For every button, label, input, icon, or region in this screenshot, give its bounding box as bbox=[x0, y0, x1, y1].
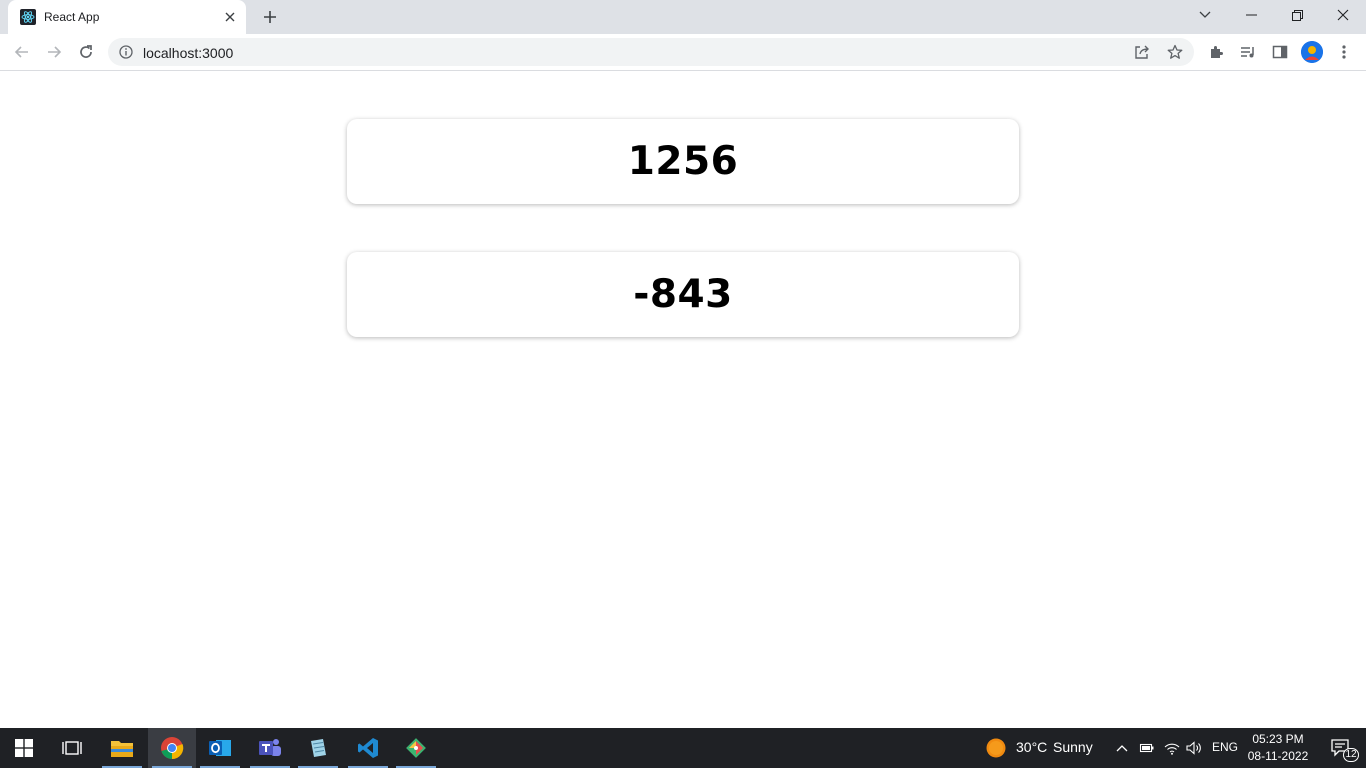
windows-start-icon[interactable] bbox=[0, 728, 48, 768]
url-text: localhost:3000 bbox=[143, 45, 234, 61]
tab-search-chevron-icon[interactable] bbox=[1182, 0, 1228, 30]
git-kraken-icon[interactable] bbox=[392, 728, 440, 768]
outlook-icon[interactable] bbox=[196, 728, 244, 768]
browser-toolbar: localhost:3000 bbox=[0, 34, 1366, 71]
tab-title: React App bbox=[44, 10, 100, 24]
chrome-icon[interactable] bbox=[148, 728, 196, 768]
reload-button[interactable] bbox=[72, 38, 100, 66]
card-number: -843 bbox=[633, 272, 733, 317]
clock-time: 05:23 PM bbox=[1252, 732, 1304, 746]
close-window-button[interactable] bbox=[1320, 0, 1366, 30]
volume-icon[interactable] bbox=[1182, 728, 1206, 768]
browser-tab-strip: React App bbox=[0, 0, 1366, 34]
browser-menu-icon[interactable] bbox=[1330, 38, 1358, 66]
extensions-puzzle-icon[interactable] bbox=[1202, 38, 1230, 66]
teams-icon[interactable] bbox=[246, 728, 294, 768]
address-bar[interactable]: localhost:3000 bbox=[108, 38, 1194, 66]
weather-temp[interactable]: 30°C bbox=[1016, 739, 1047, 755]
react-icon bbox=[20, 9, 36, 25]
media-queue-icon[interactable] bbox=[1234, 38, 1262, 66]
tab-react-app[interactable]: React App bbox=[8, 0, 246, 34]
show-hidden-icons-chevron-icon[interactable] bbox=[1110, 728, 1134, 768]
share-icon[interactable] bbox=[1134, 44, 1150, 60]
clock-date: 08-11-2022 bbox=[1247, 749, 1309, 763]
close-tab-icon[interactable] bbox=[222, 9, 238, 25]
number-card: -843 bbox=[347, 252, 1019, 337]
restore-button[interactable] bbox=[1274, 0, 1320, 30]
forward-button[interactable] bbox=[40, 38, 68, 66]
new-tab-button[interactable] bbox=[258, 6, 282, 28]
number-card: 1256 bbox=[347, 119, 1019, 204]
notifications-icon[interactable]: 12 bbox=[1318, 728, 1364, 768]
task-view-icon[interactable] bbox=[48, 728, 96, 768]
back-button[interactable] bbox=[8, 38, 36, 66]
site-info-icon[interactable] bbox=[118, 44, 134, 60]
weather-condition[interactable]: Sunny bbox=[1053, 739, 1093, 755]
battery-icon[interactable] bbox=[1136, 728, 1158, 768]
notepad-icon[interactable] bbox=[294, 728, 342, 768]
page-content: 1256 -843 bbox=[0, 72, 1366, 728]
card-number: 1256 bbox=[627, 139, 739, 184]
clock[interactable]: 05:23 PM 08-11-2022 bbox=[1244, 731, 1312, 765]
side-panel-icon[interactable] bbox=[1266, 38, 1294, 66]
file-explorer-icon[interactable] bbox=[98, 728, 146, 768]
notification-count-badge: 12 bbox=[1343, 748, 1359, 762]
profile-avatar[interactable] bbox=[1301, 41, 1323, 63]
weather-sun-icon[interactable] bbox=[980, 728, 1012, 768]
windows-taskbar: 30°C Sunny ENG 05:23 PM 08-11-2022 12 bbox=[0, 728, 1366, 768]
wifi-icon[interactable] bbox=[1160, 728, 1184, 768]
minimize-button[interactable] bbox=[1228, 0, 1274, 30]
vscode-icon[interactable] bbox=[344, 728, 392, 768]
input-language[interactable]: ENG bbox=[1212, 740, 1238, 754]
bookmark-star-icon[interactable] bbox=[1166, 43, 1184, 61]
